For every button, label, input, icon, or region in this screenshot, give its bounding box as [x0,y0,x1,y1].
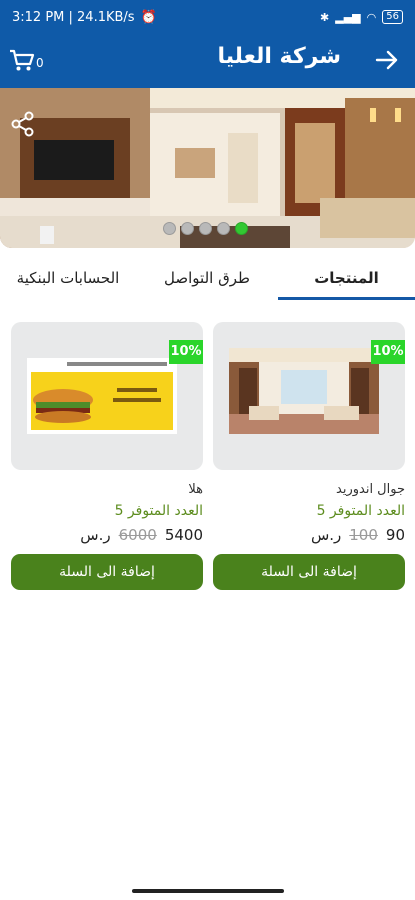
slider-dot-active[interactable] [235,222,248,235]
alarm-icon: ⏰ [140,9,157,25]
slider-dot[interactable] [199,222,212,235]
cart-count-badge: 0 [36,56,44,70]
back-button[interactable] [373,46,401,74]
product-price-row: 5400 6000 ر.س [11,526,203,544]
app-bar: 0 شركة العليا [0,34,415,88]
cart-button[interactable] [8,46,36,74]
tab-bank-accounts[interactable]: الحسابات البنكية [0,256,136,300]
share-button[interactable] [10,110,36,138]
tab-products[interactable]: المنتجات [278,256,415,300]
currency: ر.س [80,526,111,544]
product-price-row: 90 100 ر.س [213,526,405,544]
product-stock: العدد المتوفر 5 [114,503,203,519]
tab-contact-methods[interactable]: طرق التواصل [136,256,278,300]
status-bar: 3:12 PM | 24.1KB/s ⏰ ✱ ▂▄▆ ◠ 56 [0,0,415,34]
product-old-price: 6000 [118,526,157,544]
product-image [27,358,177,434]
tab-indicator [278,297,415,300]
product-price: 5400 [164,526,203,544]
page-title: شركة العليا [217,44,341,69]
product-stock: العدد المتوفر 5 [316,503,405,519]
slider-dot[interactable] [181,222,194,235]
add-to-cart-button[interactable]: إضافة الى السلة [11,554,203,590]
currency: ر.س [310,526,342,544]
slider-dots [163,222,248,235]
status-time: 3:12 PM | 24.1KB/s [12,9,135,25]
product-name: جوال اندوريد [336,482,405,497]
slider-dot[interactable] [217,222,230,235]
product-thumbnail[interactable]: 10% [11,322,203,470]
product-price: 90 [385,526,405,544]
wifi-icon: ◠ [366,10,377,24]
cart-icon [10,49,35,71]
gesture-navigation-handle[interactable] [132,889,284,893]
product-old-price: 100 [349,526,378,544]
battery-indicator: 56 [382,10,403,24]
product-card[interactable]: 10% هلا العدد المتوفر 5 5400 6000 ر.س إض… [11,322,203,590]
share-icon [11,111,34,137]
product-card[interactable]: 10% جوال اندوريد العدد المتوفر 5 90 100 … [213,322,405,590]
discount-badge: 10% [371,340,405,364]
bluetooth-icon: ✱ [320,10,330,24]
signal-icon: ▂▄▆ [335,10,361,24]
add-to-cart-button[interactable]: إضافة الى السلة [213,554,405,590]
discount-badge: 10% [169,340,203,364]
arrow-right-icon [375,50,398,70]
product-name: هلا [188,482,203,497]
product-image [229,348,379,434]
slider-dot[interactable] [163,222,176,235]
product-thumbnail[interactable]: 10% [213,322,405,470]
tab-bar: المنتجات طرق التواصل الحسابات البنكية [0,256,415,302]
